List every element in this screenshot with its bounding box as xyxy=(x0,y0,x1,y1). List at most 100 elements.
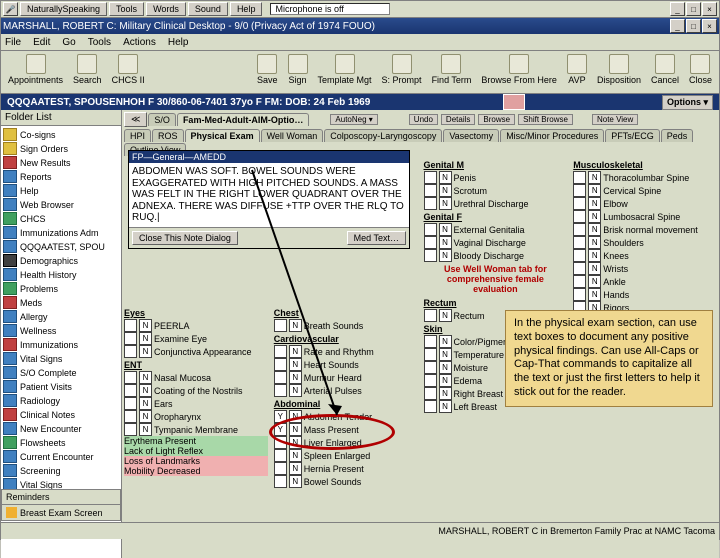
checkbox[interactable]: N xyxy=(139,345,152,358)
tree-item[interactable]: Help xyxy=(3,184,119,198)
checkbox[interactable] xyxy=(573,249,586,262)
close-note-button[interactable]: Close This Note Dialog xyxy=(132,231,238,245)
checkbox[interactable] xyxy=(424,171,437,184)
checkbox[interactable]: N xyxy=(289,436,302,449)
checkbox[interactable]: N xyxy=(139,332,152,345)
minimize-icon[interactable]: _ xyxy=(670,2,685,16)
checkbox[interactable] xyxy=(124,410,137,423)
item-label[interactable]: Lack of Light Reflex xyxy=(124,446,203,456)
subtab-procedures[interactable]: Misc/Minor Procedures xyxy=(500,129,604,142)
checkbox[interactable] xyxy=(573,210,586,223)
checkbox[interactable]: N xyxy=(439,309,452,322)
browse-button[interactable]: Browse From Here xyxy=(478,53,560,86)
checkbox[interactable]: N xyxy=(139,384,152,397)
checkbox[interactable] xyxy=(274,475,287,488)
close-icon[interactable]: × xyxy=(702,19,717,33)
checkbox[interactable] xyxy=(424,223,437,236)
speech-tab[interactable]: Sound xyxy=(188,2,228,16)
checkbox[interactable] xyxy=(124,332,137,345)
checkbox[interactable] xyxy=(573,236,586,249)
item-label[interactable]: Loss of Landmarks xyxy=(124,456,200,466)
checkbox[interactable]: N xyxy=(439,223,452,236)
speech-tab[interactable]: Help xyxy=(230,2,263,16)
menu-file[interactable]: File xyxy=(5,37,21,48)
tree-item[interactable]: Problems xyxy=(3,282,119,296)
checkbox[interactable] xyxy=(424,387,437,400)
checkbox[interactable]: N xyxy=(439,171,452,184)
menu-help[interactable]: Help xyxy=(168,37,189,48)
subtab-hpi[interactable]: HPI xyxy=(124,129,151,142)
checkbox[interactable]: N xyxy=(439,335,452,348)
checkbox[interactable]: N xyxy=(289,410,302,423)
checkbox[interactable]: N xyxy=(439,348,452,361)
maximize-icon[interactable]: □ xyxy=(686,2,701,16)
reminder-item[interactable]: Breast Exam Screen xyxy=(20,508,103,518)
checkbox[interactable] xyxy=(424,249,437,262)
tree-item[interactable]: Allergy xyxy=(3,310,119,324)
checkbox[interactable]: N xyxy=(439,400,452,413)
checkbox[interactable] xyxy=(424,400,437,413)
speech-tab[interactable]: Tools xyxy=(109,2,144,16)
item-label[interactable]: Erythema Present xyxy=(124,436,196,446)
checkbox[interactable] xyxy=(124,319,137,332)
noteview-button[interactable]: Note View xyxy=(592,114,638,125)
chcs-button[interactable]: CHCS II xyxy=(109,53,148,86)
tab-so[interactable]: S/O xyxy=(148,113,176,126)
tree-item[interactable]: Sign Orders xyxy=(3,142,119,156)
tree-item[interactable]: CHCS xyxy=(3,212,119,226)
checkbox[interactable]: N xyxy=(289,462,302,475)
appointments-button[interactable]: Appointments xyxy=(5,53,66,86)
autoneg-button[interactable]: AutoNeg ▾ xyxy=(330,114,377,125)
template-button[interactable]: Template Mgt xyxy=(315,53,375,86)
checkbox[interactable]: N xyxy=(588,275,601,288)
checkbox[interactable]: N xyxy=(289,384,302,397)
browse-button[interactable]: Browse xyxy=(478,114,515,125)
search-button[interactable]: Search xyxy=(70,53,105,86)
checkbox[interactable]: N xyxy=(289,371,302,384)
nav-left-button[interactable]: ≪ xyxy=(124,112,147,127)
maximize-icon[interactable]: □ xyxy=(686,19,701,33)
checkbox[interactable] xyxy=(424,335,437,348)
checkbox[interactable]: N xyxy=(439,249,452,262)
checkbox[interactable]: N xyxy=(439,197,452,210)
checkbox[interactable]: N xyxy=(588,171,601,184)
avp-button[interactable]: AVP xyxy=(564,53,590,86)
checkbox[interactable]: N xyxy=(439,184,452,197)
sign-button[interactable]: Sign xyxy=(285,53,311,86)
subtab-colposcopy[interactable]: Colposcopy-Laryngoscopy xyxy=(324,129,442,142)
checkbox[interactable] xyxy=(124,384,137,397)
subtab-physical-exam[interactable]: Physical Exam xyxy=(185,129,260,142)
checkbox[interactable]: N xyxy=(139,423,152,436)
prompt-button[interactable]: S: Prompt xyxy=(379,53,425,86)
checkbox[interactable] xyxy=(573,171,586,184)
checkbox[interactable]: N xyxy=(289,423,302,436)
patient-photo-icon[interactable] xyxy=(503,94,525,110)
checkbox[interactable] xyxy=(274,319,287,332)
checkbox[interactable] xyxy=(424,309,437,322)
checkbox[interactable] xyxy=(274,384,287,397)
cancel-button[interactable]: Cancel xyxy=(648,53,682,86)
checkbox[interactable] xyxy=(124,345,137,358)
tree-item[interactable]: Flowsheets xyxy=(3,436,119,450)
checkbox[interactable]: Y xyxy=(274,423,287,436)
checkbox[interactable] xyxy=(124,397,137,410)
checkbox[interactable]: N xyxy=(289,358,302,371)
menu-go[interactable]: Go xyxy=(62,37,75,48)
checkbox[interactable] xyxy=(274,371,287,384)
tree-item[interactable]: Clinical Notes xyxy=(3,408,119,422)
tree-item[interactable]: Web Browser xyxy=(3,198,119,212)
checkbox[interactable]: N xyxy=(439,374,452,387)
checkbox[interactable] xyxy=(573,275,586,288)
mic-icon[interactable]: 🎤 xyxy=(3,2,18,16)
checkbox[interactable]: N xyxy=(289,449,302,462)
checkbox[interactable]: N xyxy=(289,319,302,332)
disposition-button[interactable]: Disposition xyxy=(594,53,644,86)
checkbox[interactable]: N xyxy=(588,197,601,210)
checkbox[interactable]: N xyxy=(439,361,452,374)
checkbox[interactable] xyxy=(573,197,586,210)
menu-actions[interactable]: Actions xyxy=(123,37,156,48)
tree-item[interactable]: Radiology xyxy=(3,394,119,408)
menu-edit[interactable]: Edit xyxy=(33,37,50,48)
tree-item[interactable]: Patient Visits xyxy=(3,380,119,394)
close-icon[interactable]: × xyxy=(702,2,717,16)
